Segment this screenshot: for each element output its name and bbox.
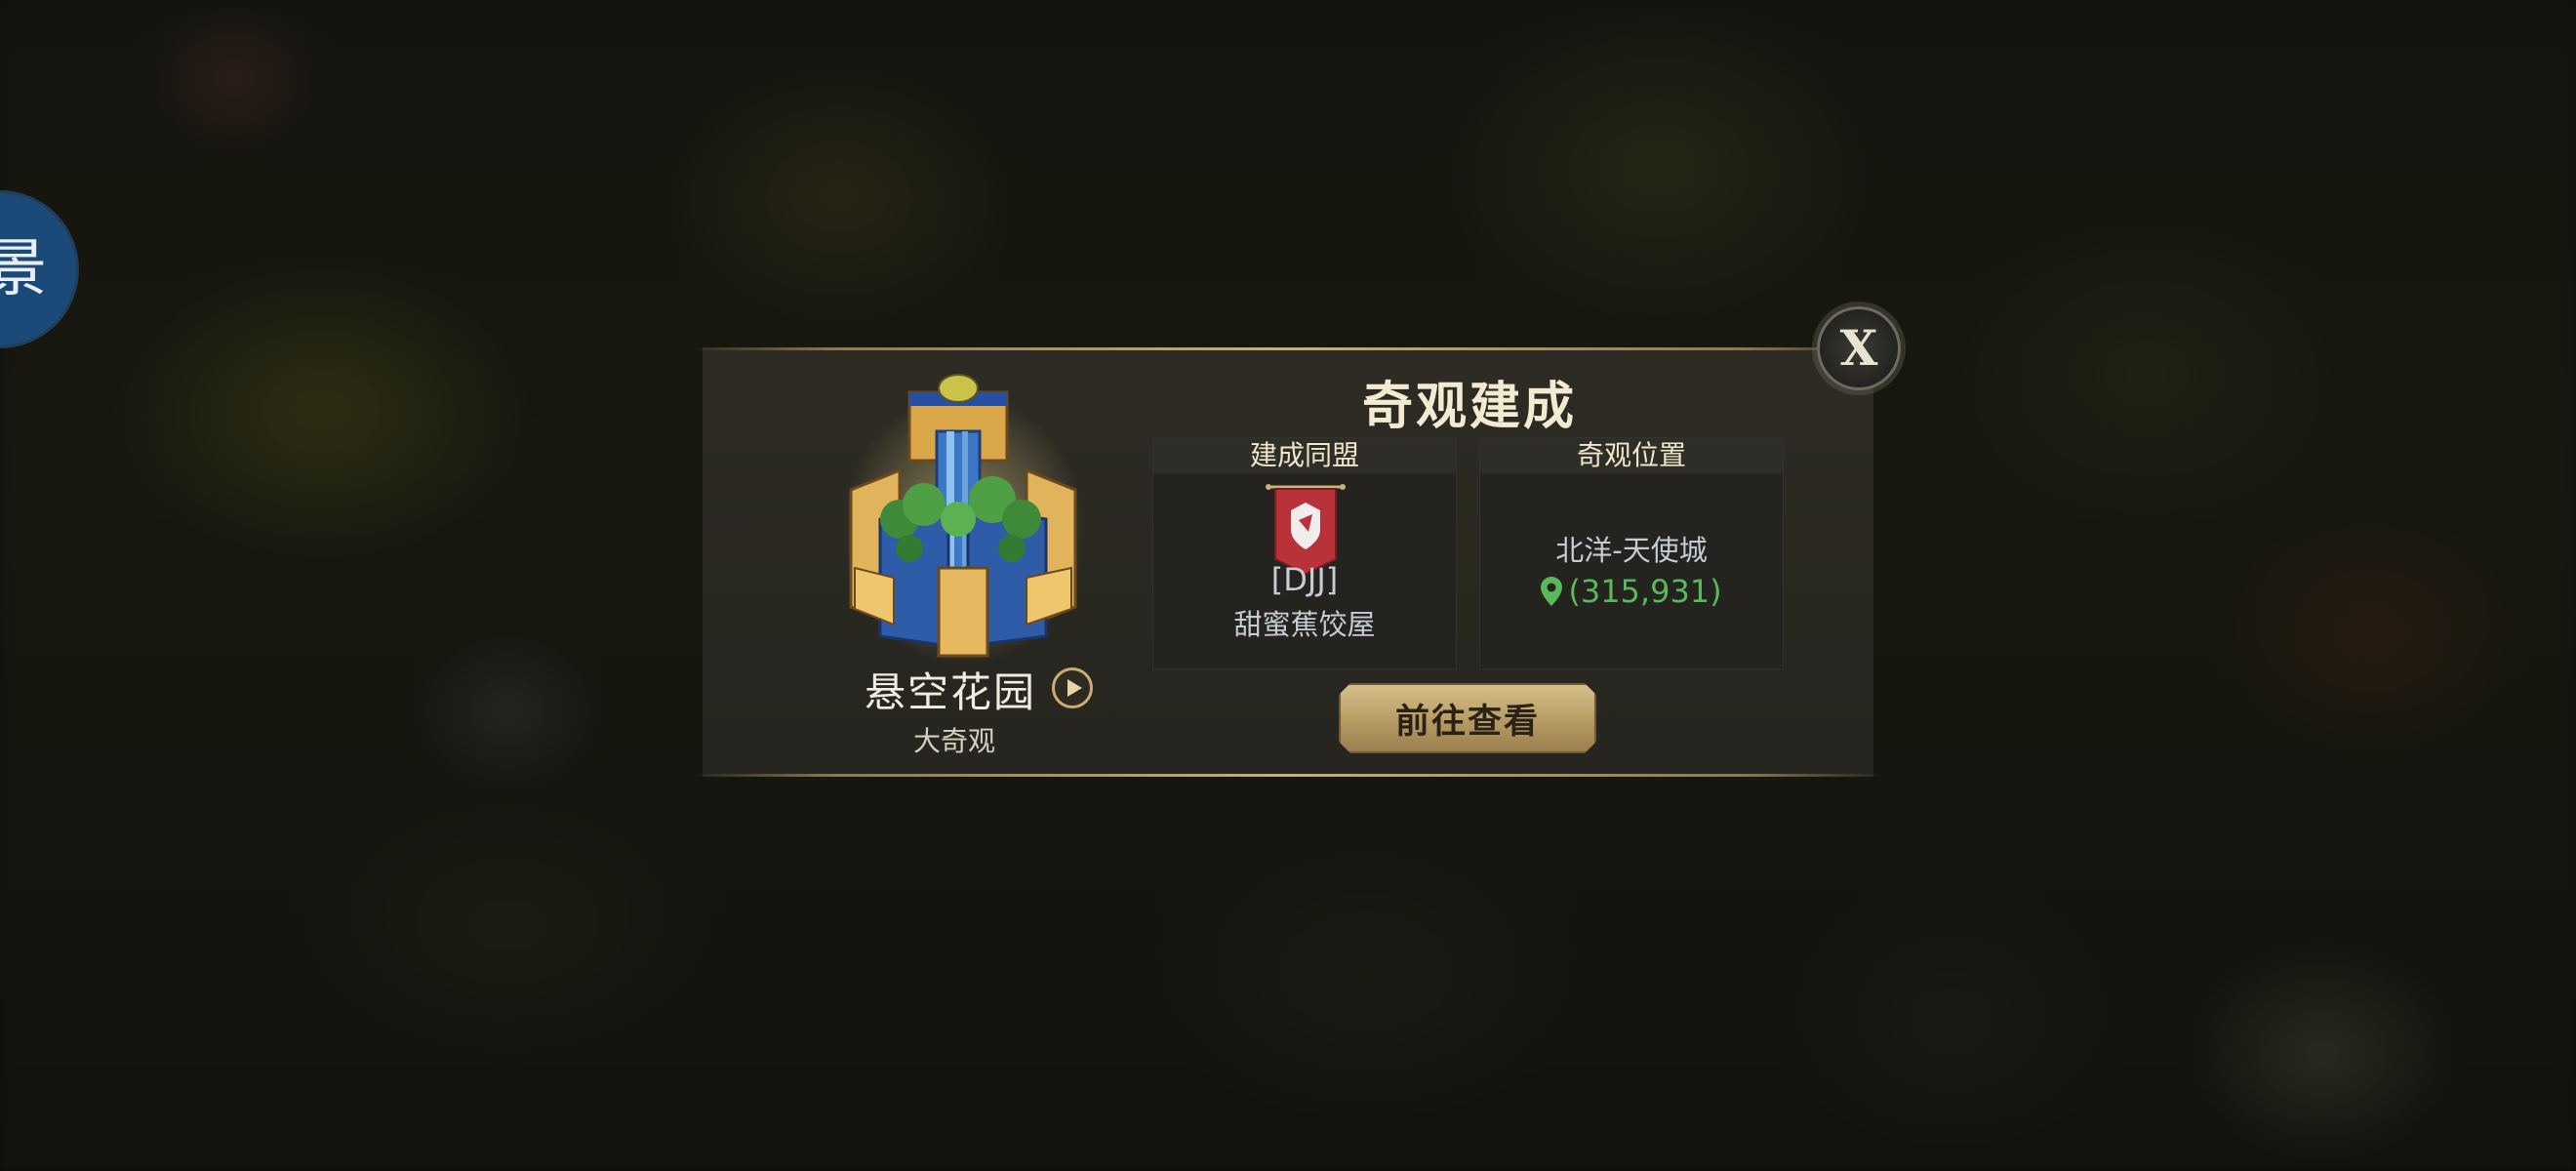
- alliance-name: 甜蜜蕉饺屋: [1233, 608, 1376, 641]
- wonder-play-button[interactable]: [1052, 667, 1093, 708]
- location-box: 奇观位置 北洋-天使城 (315,931): [1479, 437, 1784, 669]
- location-pin-icon: [1541, 577, 1563, 606]
- go-view-button[interactable]: 前往查看: [1339, 683, 1596, 753]
- scenery-icon: 景: [0, 233, 47, 305]
- alliance-tag: [DJJ]: [1270, 561, 1339, 598]
- go-view-label: 前往查看: [1394, 702, 1540, 742]
- location-coordinates[interactable]: (315,931): [1480, 573, 1783, 610]
- hanging-gardens-icon: [841, 374, 1085, 666]
- wonder-name: 悬空花园: [865, 668, 1037, 716]
- panel-title: 奇观建成: [1361, 378, 1577, 436]
- alliance-box: 建成同盟 [DJJ] 甜蜜蕉饺屋: [1152, 437, 1457, 669]
- close-icon: X: [1839, 319, 1878, 377]
- location-header: 奇观位置: [1480, 438, 1783, 473]
- location-name: 北洋-天使城: [1555, 534, 1708, 567]
- close-button[interactable]: X: [1817, 306, 1901, 390]
- coordinate-text: (315,931): [1568, 573, 1722, 610]
- alliance-header: 建成同盟: [1153, 438, 1456, 473]
- wonder-type: 大奇观: [912, 725, 995, 757]
- play-icon: [1067, 679, 1082, 697]
